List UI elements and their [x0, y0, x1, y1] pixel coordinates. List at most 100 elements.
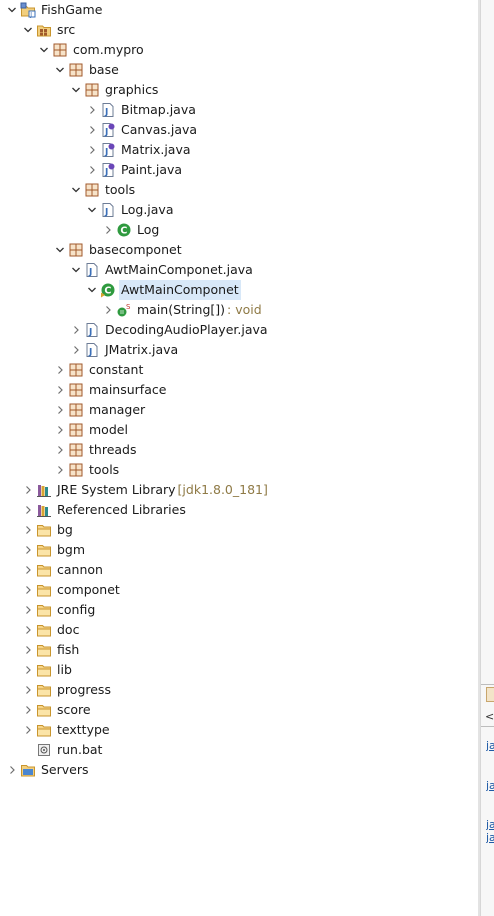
tree-item-label: Paint.java [121, 162, 183, 177]
tree-item[interactable]: tools [68, 180, 137, 200]
folder-icon [36, 722, 52, 738]
folder-icon [36, 522, 52, 538]
tree-item[interactable]: lib [20, 660, 74, 680]
tree-item[interactable]: J Bitmap.java [84, 100, 198, 120]
chevron-right-icon[interactable] [20, 620, 36, 640]
tree-item-label: bg [57, 522, 73, 537]
chevron-right-icon[interactable] [84, 120, 100, 140]
tree-item[interactable]: J Log.java [84, 200, 176, 220]
chevron-right-icon[interactable] [20, 700, 36, 720]
chevron-down-icon[interactable] [68, 180, 84, 200]
tree-item[interactable]: J JMatrix.java [68, 340, 180, 360]
chevron-right-icon[interactable] [20, 540, 36, 560]
chevron-right-icon[interactable] [20, 560, 36, 580]
tree-item[interactable]: tools [52, 460, 121, 480]
chevron-right-icon[interactable] [52, 380, 68, 400]
chevron-right-icon[interactable] [100, 300, 116, 320]
chevron-right-icon[interactable] [68, 320, 84, 340]
library-icon [36, 482, 52, 498]
chevron-right-icon[interactable] [52, 440, 68, 460]
chevron-right-icon[interactable] [20, 500, 36, 520]
chevron-right-icon[interactable] [68, 340, 84, 360]
chevron-right-icon[interactable] [52, 460, 68, 480]
tree-item[interactable]: mainsurface [52, 380, 168, 400]
tree-item[interactable]: J Canvas.java [84, 120, 199, 140]
tree-item[interactable]: basecomponet [52, 240, 184, 260]
tree-item-label: constant [89, 362, 144, 377]
chevron-right-icon[interactable] [52, 360, 68, 380]
chevron-right-icon[interactable] [52, 400, 68, 420]
chevron-right-icon[interactable] [20, 580, 36, 600]
tree-item[interactable]: src [20, 20, 77, 40]
chevron-right-icon[interactable] [84, 100, 100, 120]
chevron-right-icon[interactable] [20, 640, 36, 660]
panel-link[interactable]: ja [486, 740, 494, 752]
tree-item[interactable]: J Matrix.java [84, 140, 193, 160]
chevron-right-icon[interactable] [52, 420, 68, 440]
svg-text:J: J [104, 128, 108, 138]
java-file-icon: J [84, 262, 100, 278]
panel-link[interactable]: ja [486, 832, 494, 844]
tree-item[interactable]: Servers [4, 760, 91, 780]
chevron-down-icon[interactable] [52, 60, 68, 80]
panel-tab-icon[interactable] [486, 687, 494, 702]
chevron-down-icon[interactable] [4, 0, 20, 20]
tree-item[interactable]: score [20, 700, 93, 720]
chevron-right-icon[interactable] [84, 140, 100, 160]
tree-item[interactable]: texttype [20, 720, 112, 740]
tree-item[interactable]: manager [52, 400, 147, 420]
tree-item[interactable]: Referenced Libraries [20, 500, 188, 520]
panel-link[interactable]: ja [486, 819, 494, 831]
chevron-right-icon[interactable] [20, 480, 36, 500]
svg-text:S: S [126, 303, 131, 311]
tree-item[interactable]: Smain(String[]) : void [100, 300, 262, 320]
chevron-right-icon[interactable] [20, 520, 36, 540]
tree-item[interactable]: bgm [20, 540, 87, 560]
package-icon [68, 442, 84, 458]
tree-item[interactable]: fish [20, 640, 81, 660]
tree-item-label: lib [57, 662, 72, 677]
chevron-right-icon[interactable] [20, 720, 36, 740]
tree-item[interactable]: JRE System Library [jdk1.8.0_181] [20, 480, 268, 500]
chevron-down-icon[interactable] [20, 20, 36, 40]
tree-item-decoration: [jdk1.8.0_181] [177, 482, 268, 497]
tree-item[interactable]: graphics [68, 80, 160, 100]
chevron-down-icon[interactable] [36, 40, 52, 60]
chevron-down-icon[interactable] [84, 200, 100, 220]
tree-item[interactable]: J FishGame [4, 0, 104, 20]
tree-item[interactable]: cannon [20, 560, 105, 580]
tree-item[interactable]: model [52, 420, 130, 440]
tree-item[interactable]: J Paint.java [84, 160, 184, 180]
chevron-right-icon[interactable] [4, 760, 20, 780]
tree-item[interactable]: constant [52, 360, 145, 380]
chevron-right-icon[interactable] [20, 600, 36, 620]
chevron-down-icon[interactable] [84, 280, 100, 300]
tree-item[interactable]: bg [20, 520, 75, 540]
package-icon [68, 402, 84, 418]
tree-item[interactable]: J AwtMainComponet.java [68, 260, 255, 280]
tree-item[interactable]: threads [52, 440, 139, 460]
tree-item[interactable]: com.mypro [36, 40, 146, 60]
chevron-right-icon[interactable] [20, 660, 36, 680]
tree-item[interactable]: C Log [100, 220, 161, 240]
tree-item[interactable]: C AwtMainComponet [84, 280, 241, 300]
chevron-down-icon[interactable] [68, 80, 84, 100]
chevron-right-icon[interactable] [100, 220, 116, 240]
svg-text:J: J [88, 348, 92, 358]
panel-link[interactable]: ja [486, 780, 494, 792]
chevron-right-icon[interactable] [84, 160, 100, 180]
svg-text:J: J [88, 268, 92, 278]
tree-item[interactable]: componet [20, 580, 122, 600]
tree-item[interactable]: base [52, 60, 121, 80]
chevron-down-icon[interactable] [52, 240, 68, 260]
no-toggle [20, 740, 36, 760]
tree-item[interactable]: progress [20, 680, 113, 700]
chevron-down-icon[interactable] [68, 260, 84, 280]
tree-item[interactable]: J DecodingAudioPlayer.java [68, 320, 270, 340]
chevron-right-icon[interactable] [20, 680, 36, 700]
tree-item-label: config [57, 602, 96, 617]
tree-item[interactable]: config [20, 600, 97, 620]
tree-item[interactable]: run.bat [20, 740, 104, 760]
folder-icon [36, 562, 52, 578]
tree-item[interactable]: doc [20, 620, 81, 640]
